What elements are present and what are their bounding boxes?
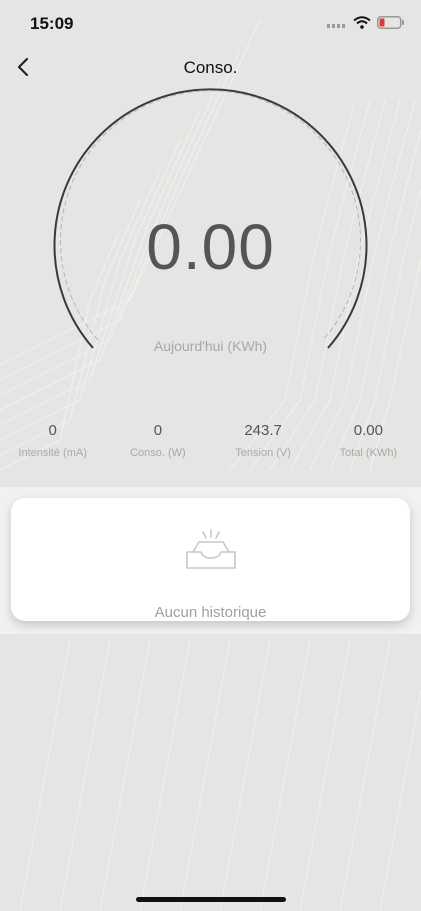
- stat-value: 0: [153, 422, 163, 439]
- history-card: Aucun historique: [11, 498, 410, 621]
- stat-voltage: 243.7 Tension (V): [211, 420, 316, 470]
- gauge-caption: Aujourd'hui (KWh): [153, 338, 268, 354]
- empty-inbox-icon: [186, 529, 236, 569]
- status-bar: 15:09: [0, 0, 421, 48]
- status-time: 15:09: [30, 14, 74, 33]
- stat-power: 0 Conso. (W): [105, 420, 210, 470]
- home-indicator[interactable]: [136, 897, 286, 902]
- stat-label: Intensité (mA): [18, 447, 87, 459]
- page-title: Conso.: [183, 58, 238, 77]
- consumption-gauge: 0.00 Aujourd'hui (KWh): [0, 88, 421, 378]
- wifi-icon: [353, 16, 371, 29]
- stat-value: 0.00: [353, 422, 383, 439]
- battery-low-icon: [377, 16, 404, 29]
- stat-total: 0.00 Total (KWh): [316, 420, 421, 470]
- stat-label: Conso. (W): [130, 447, 186, 459]
- status-icons: [327, 16, 405, 29]
- stat-label: Total (KWh): [339, 447, 398, 459]
- gauge-value: 0.00: [146, 211, 275, 283]
- stat-value: 0: [48, 422, 57, 439]
- stat-label: Tension (V): [235, 447, 291, 459]
- empty-history-text: Aucun historique: [154, 604, 267, 621]
- signal-icon: [327, 23, 345, 28]
- stat-value: 243.7: [244, 422, 282, 439]
- stats-row: 0 Intensité (mA) 0 Conso. (W) 243.7 Tens…: [0, 420, 421, 470]
- stat-intensity: 0 Intensité (mA): [0, 420, 105, 470]
- nav-bar: Conso.: [0, 48, 421, 88]
